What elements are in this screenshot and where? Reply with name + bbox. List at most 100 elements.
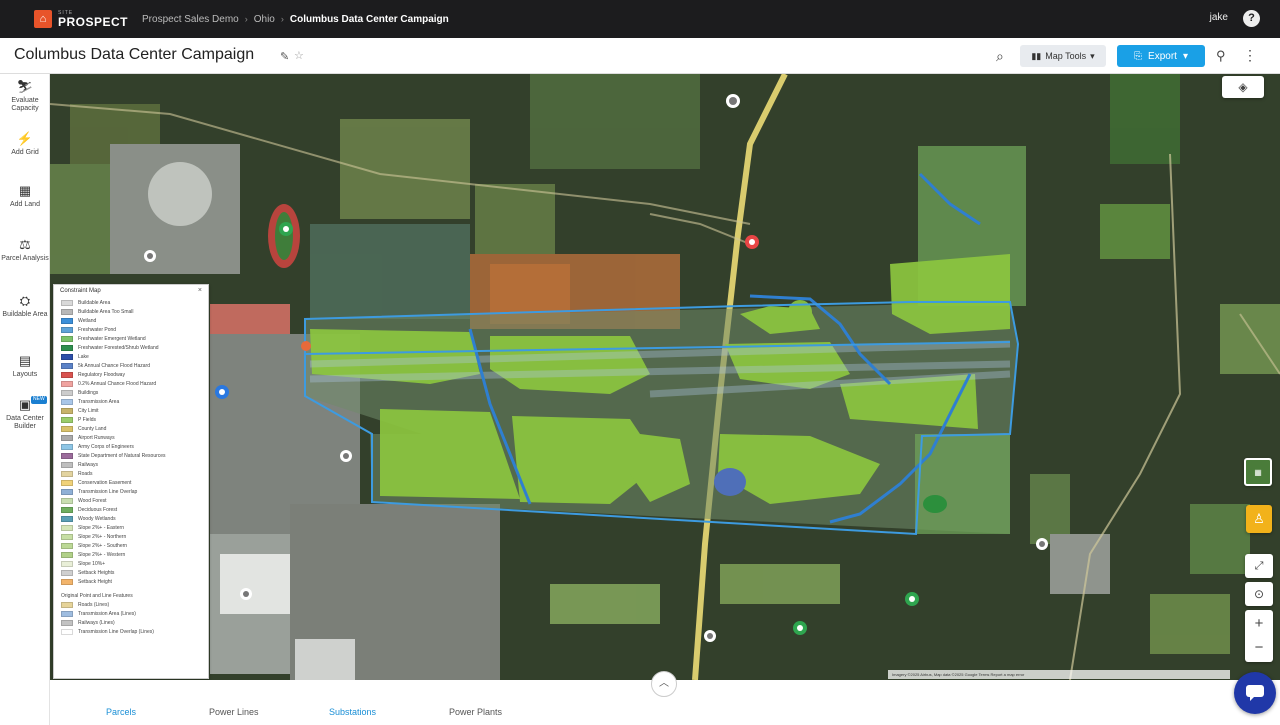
- legend-swatch: [61, 344, 73, 351]
- search-icon[interactable]: ⌕: [996, 48, 1004, 65]
- close-icon[interactable]: ×: [198, 287, 202, 294]
- legend-swatch: [61, 619, 73, 626]
- rail-evaluate-capacity[interactable]: ⛷ Evaluate Capacity: [0, 79, 50, 113]
- legend-item[interactable]: Transmission Area (Lines): [54, 609, 208, 618]
- rail-data-center-builder[interactable]: ▣ NEW Data Center Builder: [0, 396, 50, 431]
- legend-swatch: [61, 299, 73, 306]
- legend-item[interactable]: Transmission Line Overlap (Lines): [54, 627, 208, 636]
- fullscreen-button[interactable]: ⤢: [1245, 554, 1273, 578]
- legend-item[interactable]: P Fields: [54, 415, 208, 424]
- legend-item[interactable]: Freshwater Emergent Wetland: [54, 334, 208, 343]
- legend-swatch: [61, 335, 73, 342]
- street-view-pegman[interactable]: ♙: [1246, 505, 1272, 533]
- legend-item[interactable]: 5k Annual Chance Flood Hazard: [54, 361, 208, 370]
- panel-collapse-button[interactable]: ︿: [651, 671, 677, 697]
- legend-item[interactable]: Army Corps of Engineers: [54, 442, 208, 451]
- legend-item[interactable]: Wood Forest: [54, 496, 208, 505]
- satellite-thumb-icon: ▦: [1254, 467, 1262, 477]
- legend-item[interactable]: Deciduous Forest: [54, 505, 208, 514]
- paperclip-icon[interactable]: ⚲: [1216, 48, 1226, 64]
- evaluate-capacity-icon: ⛷: [16, 79, 34, 94]
- satellite-map[interactable]: [50, 74, 1280, 680]
- legend-item[interactable]: Conservation Easement: [54, 478, 208, 487]
- tool-rail: ⛷ Evaluate Capacity ⚡ Add Grid ▦ Add Lan…: [0, 74, 50, 725]
- map-tools-button[interactable]: ▮▮ Map Tools ▾: [1020, 45, 1106, 67]
- legend-item[interactable]: Lake: [54, 352, 208, 361]
- map-layers-button[interactable]: ◈: [1222, 76, 1264, 98]
- rail-add-land[interactable]: ▦ Add Land: [0, 183, 50, 209]
- legend-swatch: [61, 452, 73, 459]
- legend-item[interactable]: Setback Height: [54, 577, 208, 586]
- legend-swatch: [61, 362, 73, 369]
- legend-item[interactable]: Regulatory Floodway: [54, 370, 208, 379]
- export-button[interactable]: ⎘ Export ▾: [1117, 45, 1205, 67]
- constraint-map-legend[interactable]: Constraint Map × Buildable Area Buildable…: [53, 284, 209, 679]
- legend-item[interactable]: State Department of Natural Resources: [54, 451, 208, 460]
- pond: [714, 468, 746, 496]
- legend-swatch: [61, 533, 73, 540]
- legend-item[interactable]: Airport Runways: [54, 433, 208, 442]
- tab-parcels[interactable]: Parcels: [106, 707, 136, 717]
- chat-support-button[interactable]: [1234, 672, 1276, 714]
- rail-layouts[interactable]: ▤ Layouts: [0, 353, 50, 379]
- map-canvas[interactable]: [50, 74, 1280, 680]
- rail-add-grid[interactable]: ⚡ Add Grid: [0, 131, 50, 157]
- legend-rows: Buildable Area Buildable Area Too Small We…: [54, 298, 208, 586]
- legend-label: Transmission Area: [78, 398, 120, 405]
- legend-label: Slope 2%+ - Southern: [78, 542, 128, 549]
- legend-item[interactable]: Slope 2%+ - Western: [54, 550, 208, 559]
- user-menu[interactable]: jake: [1210, 12, 1228, 23]
- legend-item[interactable]: Setback Heights: [54, 568, 208, 577]
- breadcrumb-item-account[interactable]: Prospect Sales Demo: [142, 14, 239, 25]
- legend-swatch: [61, 425, 73, 432]
- add-land-icon: ▦: [18, 183, 32, 198]
- zoom-out-button[interactable]: −: [1255, 636, 1264, 660]
- compass-button[interactable]: ⊙: [1245, 582, 1273, 606]
- more-options-icon[interactable]: ⋮: [1243, 47, 1257, 64]
- legend-swatch: [61, 601, 73, 608]
- legend-item[interactable]: Slope 10%+: [54, 559, 208, 568]
- legend-item[interactable]: Transmission Line Overlap: [54, 487, 208, 496]
- legend-item[interactable]: Woody Wetlands: [54, 514, 208, 523]
- legend-item[interactable]: Buildable Area Too Small: [54, 307, 208, 316]
- edit-pencil-icon[interactable]: ✎: [280, 50, 289, 63]
- legend-section-title: Original Point and Line Features: [54, 591, 208, 600]
- siteprospect-logo-icon[interactable]: ⌂: [34, 10, 52, 28]
- help-icon[interactable]: ?: [1243, 10, 1260, 27]
- basemap-toggle[interactable]: ▦: [1244, 458, 1272, 486]
- legend-item[interactable]: Roads (Lines): [54, 600, 208, 609]
- brand[interactable]: SITE PROSPECT: [58, 10, 128, 28]
- legend-item[interactable]: County Land: [54, 424, 208, 433]
- rail-parcel-analysis[interactable]: ⚖ Parcel Analysis: [0, 237, 50, 263]
- legend-rows-lines: Roads (Lines) Transmission Area (Lines) Ra…: [54, 600, 208, 636]
- legend-section-label: Original Point and Line Features: [61, 592, 133, 599]
- legend-item[interactable]: Buildable Area: [54, 298, 208, 307]
- tab-substations[interactable]: Substations: [329, 707, 376, 717]
- legend-swatch: [61, 317, 73, 324]
- legend-label: P Fields: [78, 416, 96, 423]
- legend-item[interactable]: Freshwater Forested/Shrub Wetland: [54, 343, 208, 352]
- legend-item[interactable]: 0.2% Annual Chance Flood Hazard: [54, 379, 208, 388]
- legend-item[interactable]: Wetland: [54, 316, 208, 325]
- legend-item[interactable]: Railways: [54, 460, 208, 469]
- tab-power-lines[interactable]: Power Lines: [209, 707, 259, 717]
- legend-swatch: [61, 443, 73, 450]
- breadcrumb-item-state[interactable]: Ohio: [254, 14, 275, 25]
- legend-swatch: [61, 416, 73, 423]
- legend-item[interactable]: Freshwater Pond: [54, 325, 208, 334]
- zoom-in-button[interactable]: +: [1255, 612, 1264, 636]
- legend-item[interactable]: Slope 2%+ - Eastern: [54, 523, 208, 532]
- legend-item[interactable]: Transmission Area: [54, 397, 208, 406]
- legend-item[interactable]: Railways (Lines): [54, 618, 208, 627]
- legend-item[interactable]: Roads: [54, 469, 208, 478]
- legend-item[interactable]: City Limit: [54, 406, 208, 415]
- legend-label: Freshwater Emergent Wetland: [78, 335, 146, 342]
- star-icon[interactable]: ☆: [294, 49, 304, 62]
- tab-power-plants[interactable]: Power Plants: [449, 707, 502, 717]
- legend-swatch: [61, 569, 73, 576]
- legend-item[interactable]: Slope 2%+ - Southern: [54, 541, 208, 550]
- legend-label: Slope 2%+ - Northern: [78, 533, 127, 540]
- legend-item[interactable]: Buildings: [54, 388, 208, 397]
- rail-buildable-area[interactable]: ⛭ Buildable Area: [0, 293, 50, 319]
- legend-item[interactable]: Slope 2%+ - Northern: [54, 532, 208, 541]
